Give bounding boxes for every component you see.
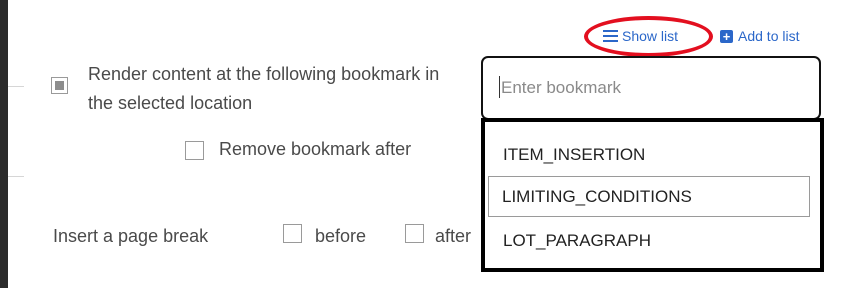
sidebar-divider bbox=[8, 86, 24, 87]
dropdown-item-lot-paragraph[interactable]: LOT_PARAGRAPH bbox=[489, 220, 811, 261]
render-content-checkbox[interactable] bbox=[51, 77, 68, 94]
add-to-list-link[interactable]: + Add to list bbox=[720, 28, 799, 44]
add-to-list-label: Add to list bbox=[738, 28, 800, 44]
page-break-label: Insert a page break bbox=[53, 226, 209, 246]
render-content-label: Render content at the following bookmark… bbox=[88, 64, 440, 113]
checkbox-indeterminate-mark bbox=[55, 81, 64, 90]
bookmark-input[interactable] bbox=[481, 56, 821, 120]
left-sidebar-edge bbox=[0, 0, 8, 288]
page-break-after-label: after bbox=[435, 226, 472, 246]
remove-bookmark-checkbox[interactable] bbox=[185, 141, 204, 160]
list-icon bbox=[603, 30, 618, 42]
bookmark-dropdown: ITEM_INSERTION LIMITING_CONDITIONS LOT_P… bbox=[481, 118, 824, 272]
show-list-link[interactable]: Show list bbox=[603, 28, 678, 44]
page-break-before-checkbox[interactable] bbox=[283, 224, 302, 243]
dropdown-item-limiting-conditions[interactable]: LIMITING_CONDITIONS bbox=[488, 176, 810, 217]
sidebar-divider bbox=[8, 176, 24, 177]
page-break-after-checkbox[interactable] bbox=[405, 224, 424, 243]
remove-bookmark-label: Remove bookmark after bbox=[219, 139, 412, 159]
page-break-before-label: before bbox=[315, 226, 367, 246]
text-cursor bbox=[499, 76, 500, 98]
dropdown-item-item-insertion[interactable]: ITEM_INSERTION bbox=[489, 134, 811, 175]
plus-square-icon: + bbox=[720, 29, 733, 43]
show-list-label: Show list bbox=[622, 28, 679, 44]
